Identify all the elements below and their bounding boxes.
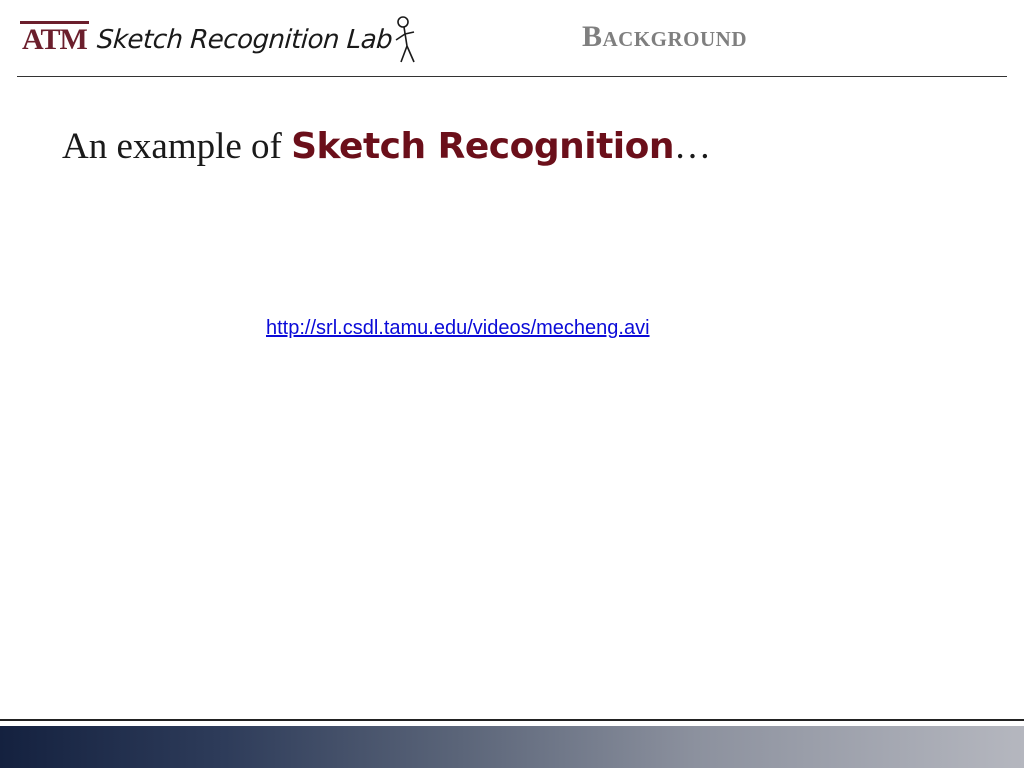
video-link[interactable]: http://srl.csdl.tamu.edu/videos/mecheng.… xyxy=(266,318,650,338)
slide-title-emphasis: Sketch Recognition xyxy=(291,126,675,167)
footer-divider xyxy=(0,719,1024,721)
atm-monogram-logo: ATM xyxy=(20,21,89,56)
stick-figure-icon xyxy=(395,16,415,63)
section-title: Background xyxy=(582,20,748,53)
header-divider xyxy=(17,76,1007,77)
slide-title-lead: An example of xyxy=(62,126,292,167)
slide-title-ellipsis: … xyxy=(674,126,712,167)
sketch-recognition-lab-logo: ATM Sketch Recognition Lab xyxy=(20,14,418,66)
lab-name-logo-text: Sketch Recognition Lab xyxy=(95,25,394,55)
slide-title: An example of Sketch Recognition… xyxy=(62,128,711,165)
footer-gradient-bar xyxy=(0,726,1024,768)
